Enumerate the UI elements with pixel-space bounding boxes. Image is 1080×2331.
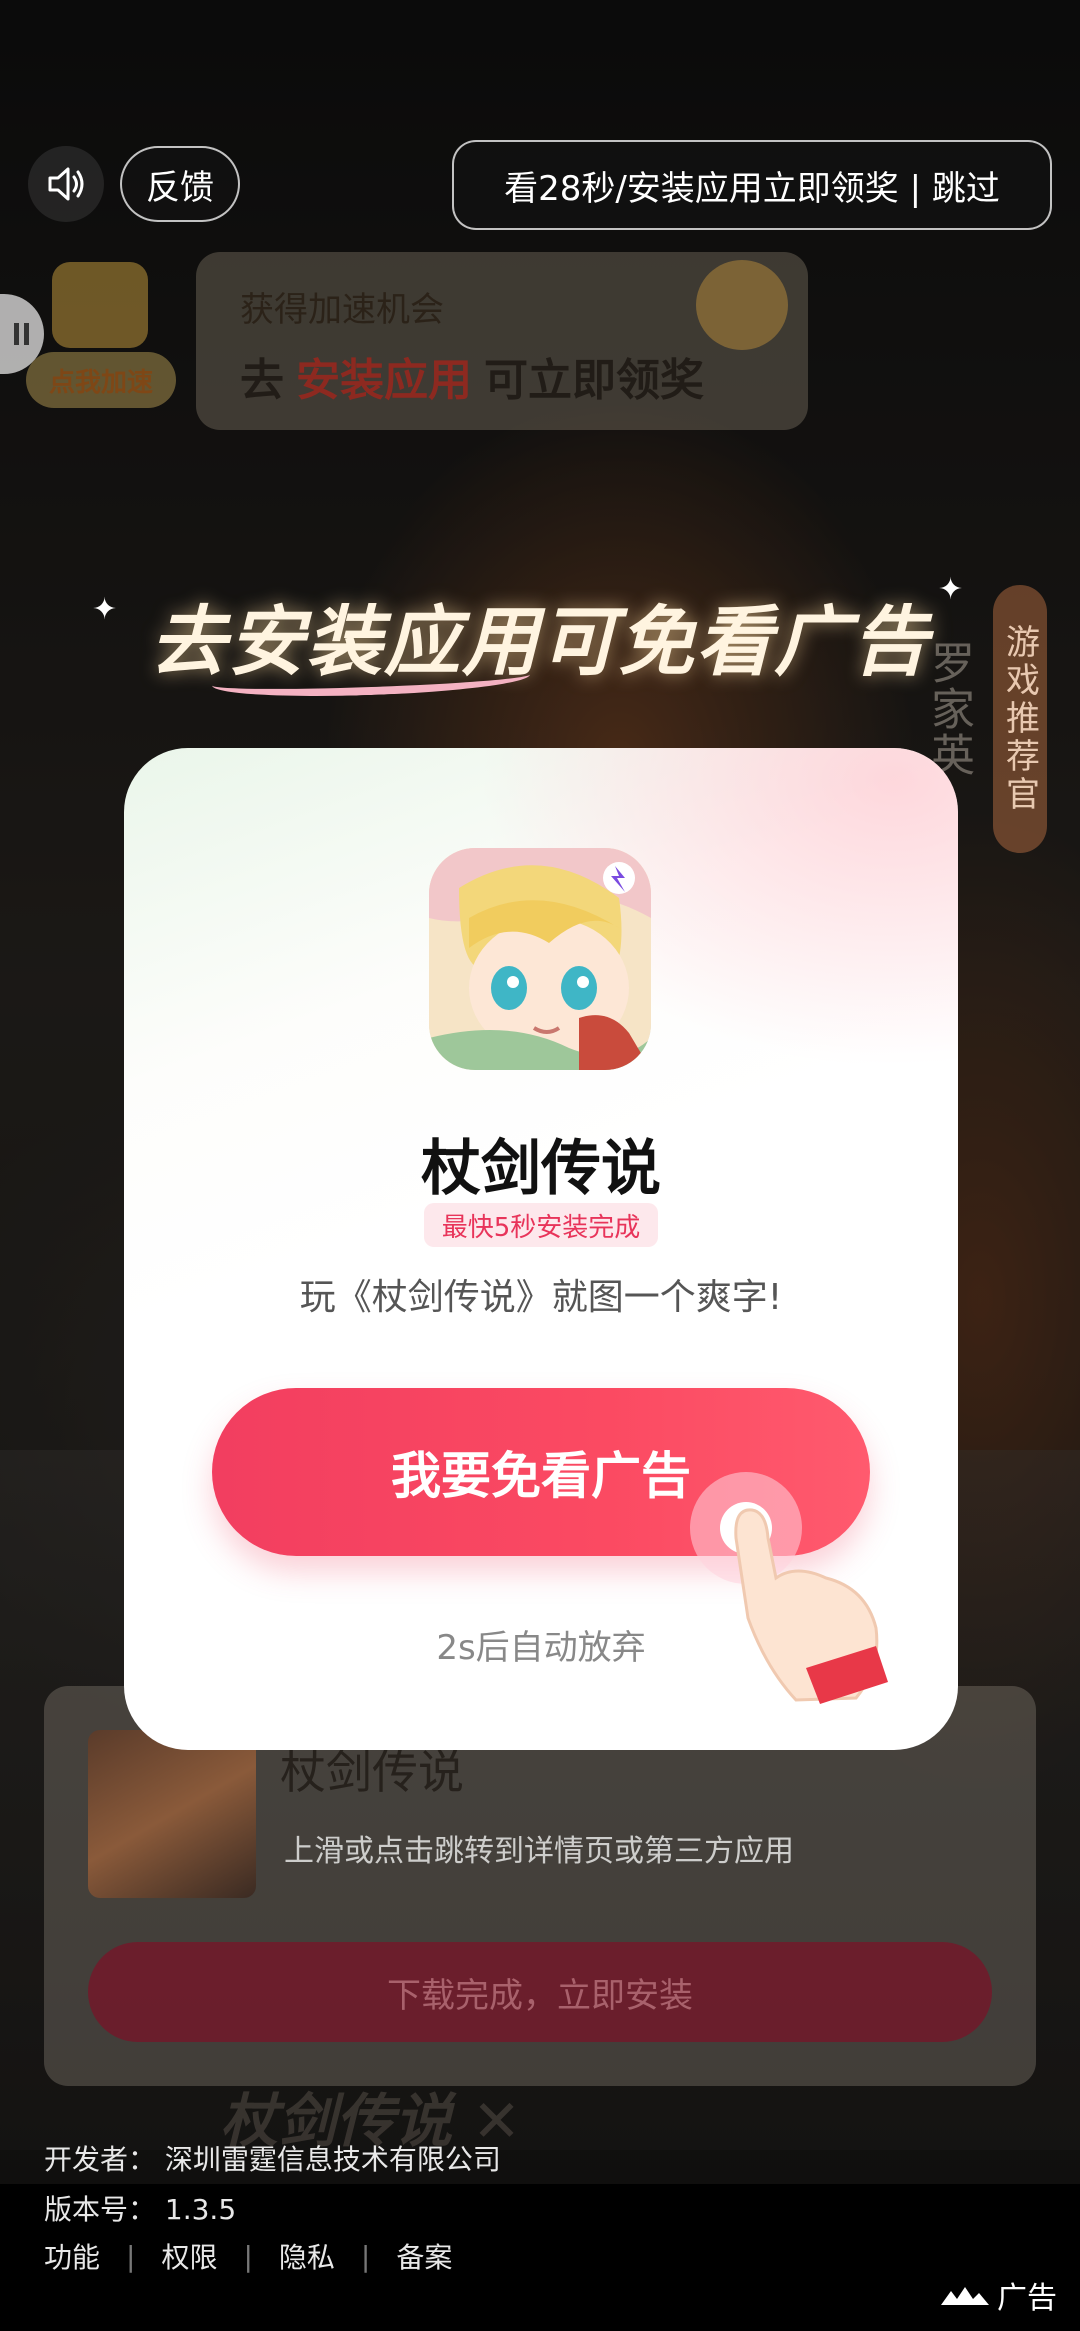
link-permissions[interactable]: 权限 <box>161 2236 217 2276</box>
app-name: 杖剑传说 <box>421 1134 661 1204</box>
speed-up-widget[interactable]: 点我加速 <box>26 252 176 427</box>
developer-info: 开发者： 深圳雷霆信息技术有限公司 <box>44 2143 501 2176</box>
separator: | <box>360 2239 371 2273</box>
ad-label-text: 广告 <box>997 2281 1057 2316</box>
version-info: 版本号： 1.3.5 <box>44 2193 237 2226</box>
feedback-button[interactable]: 反馈 <box>120 146 240 222</box>
link-features[interactable]: 功能 <box>44 2236 100 2276</box>
download-card-subtitle: 上滑或点击跳转到详情页或第三方应用 <box>284 1834 794 1869</box>
speed-up-title: 获得加速机会 <box>240 290 444 330</box>
link-filing[interactable]: 备案 <box>396 2236 452 2276</box>
speed-up-line-accent: 安装应用 <box>296 355 472 406</box>
ad-label: 广告 <box>928 2268 1068 2322</box>
skip-button[interactable]: 看28秒/安装应用立即领奖 | 跳过 <box>452 140 1052 230</box>
anime-character-icon <box>429 848 651 1070</box>
side-tag: 游戏推荐官 <box>993 585 1047 853</box>
speed-up-line-suffix: 可立即领奖 <box>484 355 704 406</box>
gift-box-icon <box>52 262 148 348</box>
speed-up-line-prefix: 去 <box>240 355 284 406</box>
ad-logo-icon <box>941 2287 989 2305</box>
badge-icon <box>696 260 788 350</box>
sound-button[interactable] <box>28 146 104 222</box>
install-button[interactable]: 下载完成，立即安装 <box>88 1942 992 2042</box>
headline-part1: 去 <box>150 597 228 686</box>
separator: | <box>243 2239 253 2273</box>
headline-part3: 可免看广告 <box>540 597 930 686</box>
install-speed-badge: 最快5秒安装完成 <box>424 1203 658 1247</box>
speed-up-line: 去安装应用 可立即领奖 <box>240 344 704 408</box>
footer-links: 功能 | 权限 | 隐私 | 备案 <box>44 2236 452 2276</box>
speed-up-pill[interactable]: 点我加速 <box>26 352 176 408</box>
speed-up-banner[interactable]: 获得加速机会 去安装应用 可立即领奖 <box>196 252 808 430</box>
app-thumbnail <box>88 1730 256 1898</box>
app-slogan: 玩《杖剑传说》就图一个爽字! <box>299 1277 783 1318</box>
app-icon[interactable] <box>429 848 651 1070</box>
hand-pointer-icon <box>690 1472 888 1704</box>
link-privacy[interactable]: 隐私 <box>279 2236 335 2276</box>
separator: | <box>126 2239 136 2273</box>
speaker-icon <box>48 167 84 201</box>
